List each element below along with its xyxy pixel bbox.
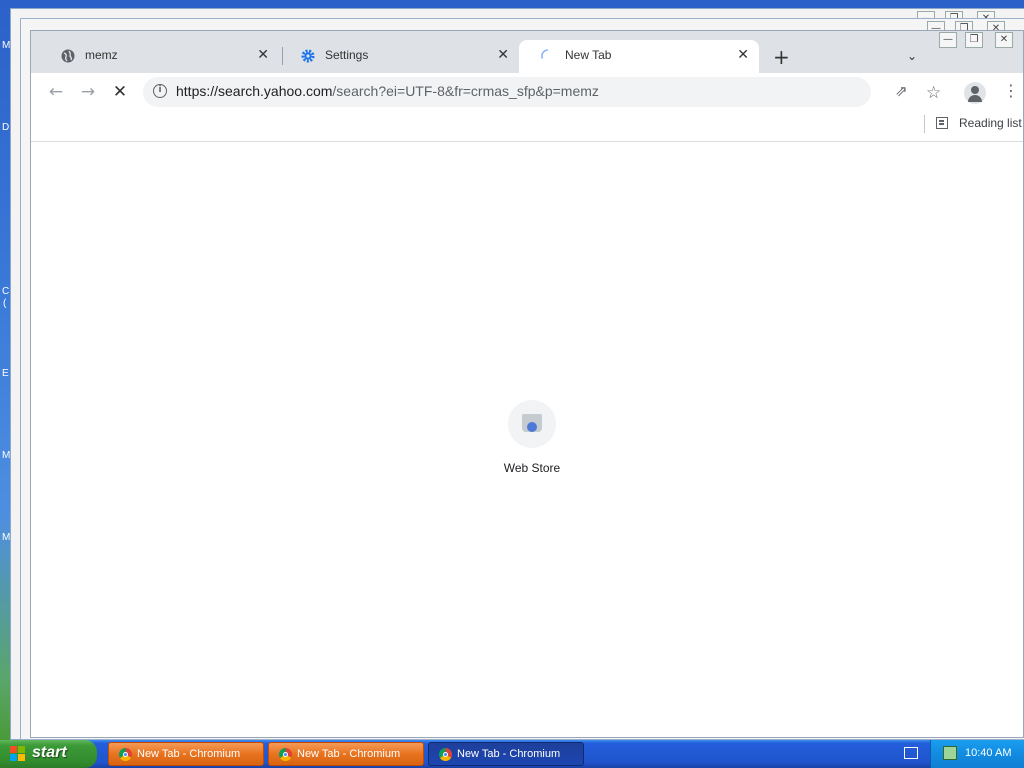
maximize-button[interactable]: ❐ [965,32,983,48]
desktop-icon-label: E [2,368,9,379]
taskbar-item-label: New Tab - Chromium [297,748,401,760]
browser-menu-button[interactable]: ⋮ [1003,81,1019,100]
new-tab-page: Web Store [31,142,1023,737]
bookmark-star-icon[interactable]: ☆ [926,83,941,103]
minimize-button[interactable]: — [939,32,957,48]
close-tab-icon[interactable]: ✕ [497,46,509,63]
taskbar-item-label: New Tab - Chromium [457,748,561,760]
bookmarks-divider [924,115,925,133]
gear-icon [301,49,315,63]
forward-button[interactable]: → [76,81,100,103]
stop-loading-button[interactable]: ✕ [108,81,132,103]
keyboard-icon[interactable] [904,747,918,759]
taskbar: start New Tab - Chromium New Tab - Chrom… [0,740,1024,768]
taskbar-item-active[interactable]: New Tab - Chromium [428,742,584,766]
tab-title: New Tab [565,48,612,62]
bookmarks-bar: Reading list [31,111,1023,142]
tab-settings[interactable]: Settings ✕ [279,40,519,73]
shortcut-web-store[interactable]: Web Store [501,400,563,475]
url-path: /search?ei=UTF-8&fr=crmas_sfp&p=memz [332,83,599,99]
taskbar-item-label: New Tab - Chromium [137,748,241,760]
clock[interactable]: 10:40 AM [965,747,1011,759]
windows-logo-icon [10,746,26,762]
tab-title: memz [85,48,118,62]
close-tab-icon[interactable]: ✕ [257,46,269,63]
close-tab-icon[interactable]: ✕ [737,46,749,63]
shortcut-label[interactable]: Web Store [481,461,583,475]
back-button[interactable]: ← [44,81,68,103]
network-icon[interactable] [943,746,957,760]
address-bar[interactable]: i https://search.yahoo.com/search?ei=UTF… [143,77,908,107]
web-store-icon[interactable] [508,400,556,448]
tab-memz[interactable]: memz ✕ [39,40,279,73]
tab-strip: memz ✕ Settings ✕ New Tab ✕ + ⌄ — ❐ ✕ [31,31,1023,73]
start-label: start [32,744,67,761]
globe-icon [61,49,75,63]
reading-list-button[interactable]: Reading list [959,116,1022,130]
chromium-icon [279,748,292,761]
new-tab-button[interactable]: + [773,45,790,69]
desktop-icon-label: ( [3,298,7,309]
tab-new-tab[interactable]: New Tab ✕ [519,40,759,73]
url-text[interactable]: https://search.yahoo.com/search?ei=UTF-8… [176,83,599,99]
toolbar: ← → ✕ i https://search.yahoo.com/search?… [31,73,1023,111]
loading-spinner-icon [541,49,549,59]
browser-window: memz ✕ Settings ✕ New Tab ✕ + ⌄ — ❐ ✕ ← … [30,30,1024,738]
close-button[interactable]: ✕ [995,32,1013,48]
system-tray: 10:40 AM [930,740,1024,768]
tab-search-button[interactable]: ⌄ [907,49,917,63]
profile-avatar-icon[interactable] [964,82,986,104]
desktop-icon-label: D [2,122,10,133]
taskbar-item[interactable]: New Tab - Chromium [268,742,424,766]
store-logo-dot [527,422,537,432]
taskbar-item[interactable]: New Tab - Chromium [108,742,264,766]
chromium-icon [119,748,132,761]
url-host: https://search.yahoo.com [176,83,333,99]
tab-title: Settings [325,48,369,62]
desktop-icon-label: C [2,286,10,297]
start-button[interactable]: start [0,740,97,768]
chromium-icon [439,748,452,761]
site-info-icon[interactable]: i [153,84,167,98]
reading-list-icon[interactable] [936,117,948,129]
share-icon[interactable]: ⇗ [895,82,908,100]
